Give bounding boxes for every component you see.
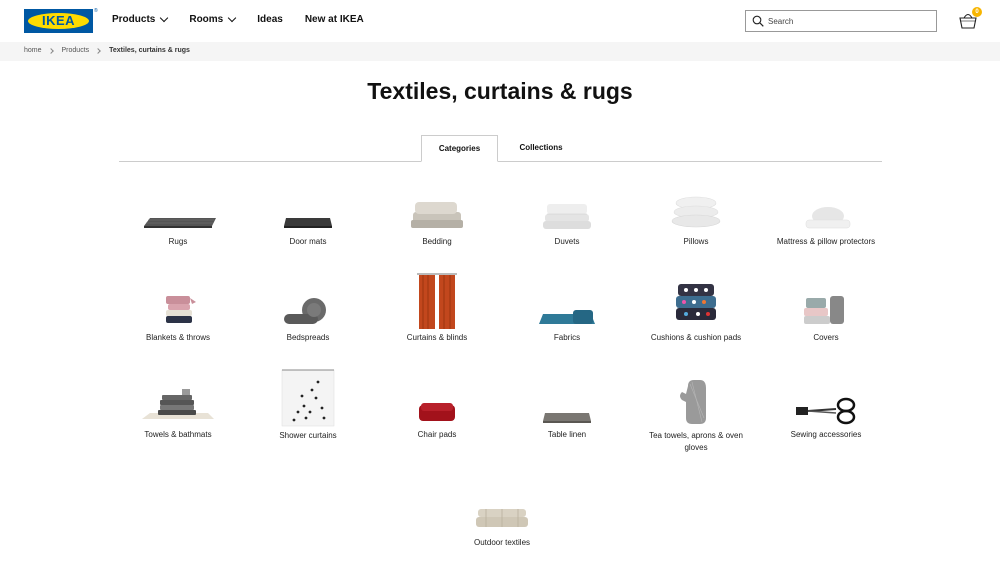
category-label: Rugs [168,237,188,246]
category-towels[interactable]: Towels & bathmats [123,383,233,453]
category-door-mats[interactable]: Door mats [253,190,363,260]
category-label: Mattress & pillow protectors [776,237,876,246]
category-curtains[interactable]: Curtains & blinds [382,270,492,356]
category-label: Sewing accessories [790,430,862,439]
category-label: Towels & bathmats [144,430,212,439]
shower-curtain-image [281,369,335,427]
category-label: Bedspreads [286,333,330,342]
category-label: Duvets [554,237,580,246]
category-label: Chair pads [417,430,457,439]
category-fabrics[interactable]: Fabrics [512,286,622,356]
category-shower-curtains[interactable]: Shower curtains [253,368,363,453]
cushion-image [676,284,716,320]
category-blankets[interactable]: Blankets & throws [123,286,233,356]
category-label: Blankets & throws [145,333,211,342]
category-label: Shower curtains [279,431,337,440]
category-label: Fabrics [553,333,581,342]
category-label: Bedding [422,237,452,246]
category-rugs[interactable]: Rugs [123,190,233,260]
category-label: Table linen [547,430,587,439]
category-label: Curtains & blinds [406,333,468,342]
category-covers[interactable]: Covers [771,286,881,356]
curtain-image [417,273,457,329]
category-tea-towels[interactable]: Tea towels, aprons & oven gloves [641,378,751,464]
category-outdoor-textiles[interactable]: Outdoor textiles [447,491,557,561]
category-mattress-protectors[interactable]: Mattress & pillow protectors [771,190,881,260]
category-sewing[interactable]: Sewing accessories [771,383,881,453]
category-label: Pillows [683,237,709,246]
category-grid: Rugs Door mats Bedding Duvets Pillows Ma… [0,0,1000,563]
category-label: Cushions & cushion pads [650,333,742,342]
category-cushions[interactable]: Cushions & cushion pads [641,282,751,356]
oven-glove-image [680,380,706,424]
category-bedding[interactable]: Bedding [382,190,492,260]
category-chair-pads[interactable]: Chair pads [382,383,492,453]
category-pillows[interactable]: Pillows [641,190,751,260]
category-label: Outdoor textiles [473,538,531,547]
category-label: Covers [813,333,839,342]
category-bedspreads[interactable]: Bedspreads [253,286,363,356]
category-table-linen[interactable]: Table linen [512,383,622,453]
category-duvets[interactable]: Duvets [512,190,622,260]
category-label: Tea towels, aprons & oven gloves [649,431,743,452]
category-label: Door mats [289,237,327,246]
